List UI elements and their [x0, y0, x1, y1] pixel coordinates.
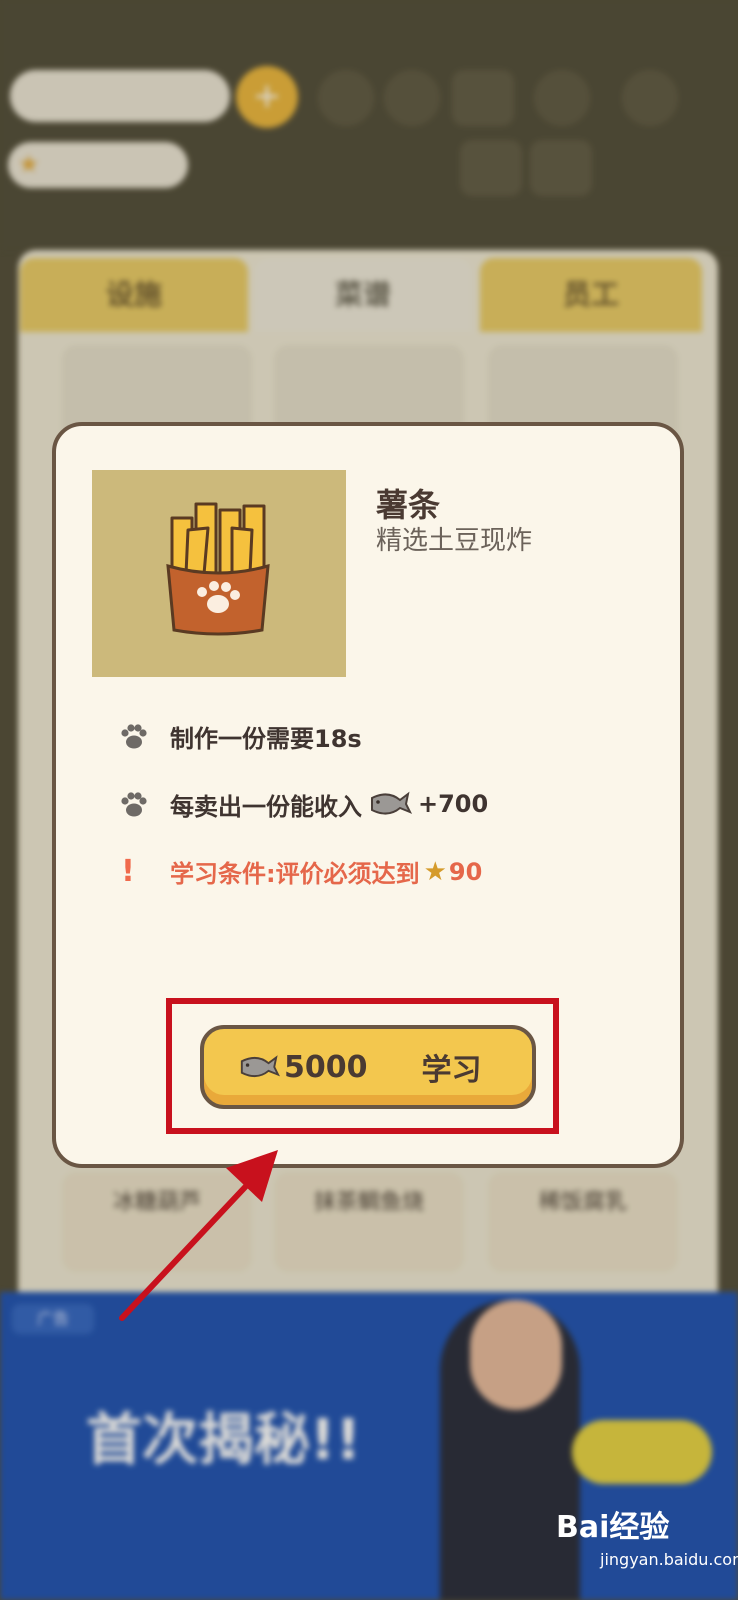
income-text: 每卖出一份能收入	[170, 792, 362, 821]
paw-icon	[121, 724, 147, 749]
unlock-condition-row: ! 学习条件:评价必须达到 ★ 90	[116, 854, 482, 889]
fish-icon	[371, 791, 412, 815]
star-icon: ★	[423, 856, 447, 887]
cook-time-row: 制作一份需要18s	[116, 718, 362, 754]
income-row: 每卖出一份能收入 +700	[116, 786, 488, 822]
exclamation-icon: !	[121, 854, 135, 889]
income-value: +700	[418, 790, 489, 818]
highlight-box	[166, 998, 559, 1134]
fries-image	[92, 470, 346, 677]
condition-value: 90	[448, 857, 483, 886]
condition-text: 学习条件:评价必须达到	[170, 860, 420, 888]
paw-icon	[121, 792, 147, 817]
baidu-watermark-url: jingyan.baidu.com	[600, 1550, 738, 1569]
baidu-watermark: Bai经验	[556, 1510, 670, 1545]
recipe-subtitle: 精选土豆现炸	[376, 526, 533, 556]
cook-time-text: 制作一份需要18s	[170, 724, 362, 753]
